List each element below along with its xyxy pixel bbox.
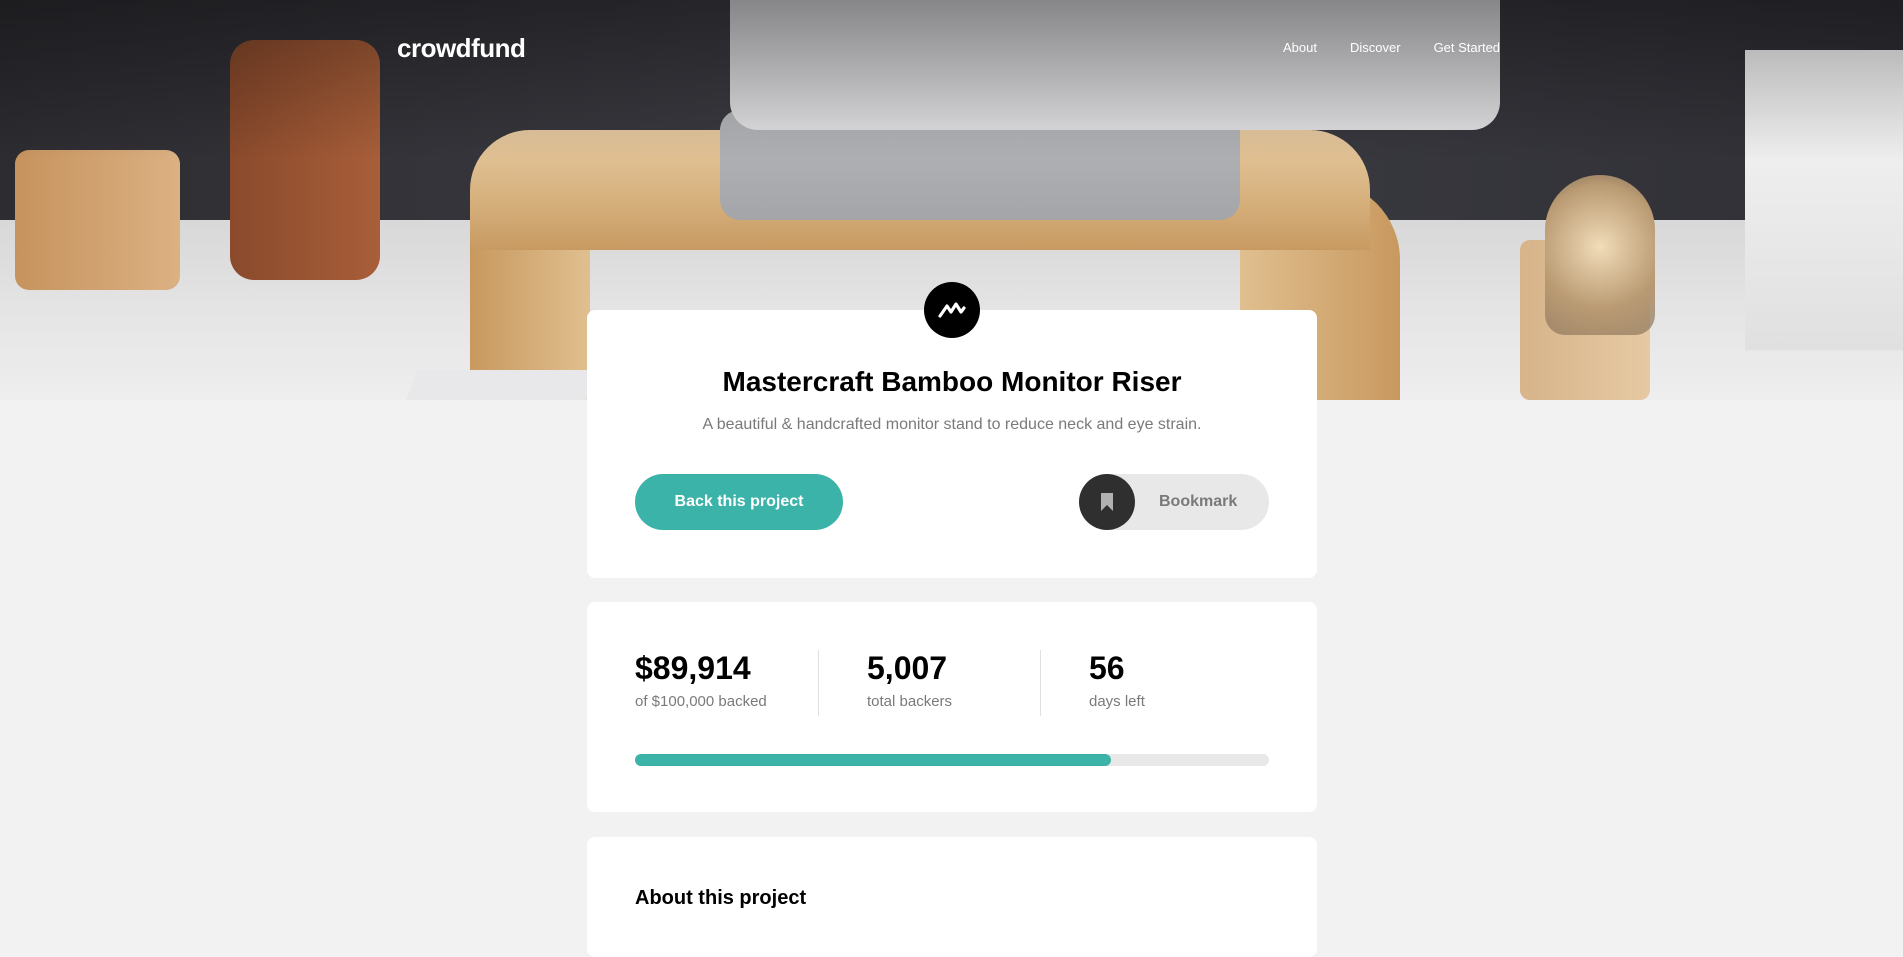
bookmark-icon-circle <box>1079 474 1135 530</box>
hero-keyboard <box>402 370 598 400</box>
nav-link-discover[interactable]: Discover <box>1350 40 1401 55</box>
bookmark-button[interactable]: Bookmark <box>1079 474 1269 530</box>
project-subtitle: A beautiful & handcrafted monitor stand … <box>702 416 1202 433</box>
bookmark-label: Bookmark <box>1159 493 1238 510</box>
project-title: Mastercraft Bamboo Monitor Riser <box>722 366 1182 397</box>
stat-days: 56 days left <box>1089 650 1145 710</box>
hero-pencil-cup <box>15 150 180 290</box>
stat-backers-count: 5,007 <box>867 650 948 686</box>
stat-days-count: 56 <box>1089 650 1125 686</box>
stats-card: $89,914 of $100,000 backed 5,007 total b… <box>587 602 1317 812</box>
funding-progress-bar <box>635 754 1269 766</box>
bookmark-icon <box>1101 493 1113 511</box>
about-title: About this project <box>635 887 807 909</box>
mastercraft-logo-mark <box>938 302 966 318</box>
stat-days-label: days left <box>1089 693 1145 710</box>
site-logo[interactable]: crowdfund <box>397 33 526 64</box>
main-nav: About Discover Get Started <box>1283 40 1500 55</box>
nav-link-get-started[interactable]: Get Started <box>1434 40 1500 55</box>
funding-progress-fill <box>635 754 1111 766</box>
about-card: About this project <box>587 837 1317 957</box>
stat-backed: $89,914 of $100,000 backed <box>635 650 767 710</box>
hero-overlay <box>0 0 1903 160</box>
stat-backed-amount: $89,914 <box>635 650 751 686</box>
stat-backed-label: of $100,000 backed <box>635 693 767 710</box>
stat-divider <box>818 650 819 716</box>
back-project-button[interactable]: Back this project <box>635 474 843 530</box>
stat-backers: 5,007 total backers <box>867 650 952 710</box>
hero-lamp-bulb <box>1545 175 1655 335</box>
mastercraft-logo-icon <box>924 282 980 338</box>
project-header-card: Mastercraft Bamboo Monitor Riser A beaut… <box>587 310 1317 578</box>
stat-backers-label: total backers <box>867 693 953 710</box>
nav-link-about[interactable]: About <box>1283 40 1317 55</box>
stat-divider <box>1040 650 1041 716</box>
